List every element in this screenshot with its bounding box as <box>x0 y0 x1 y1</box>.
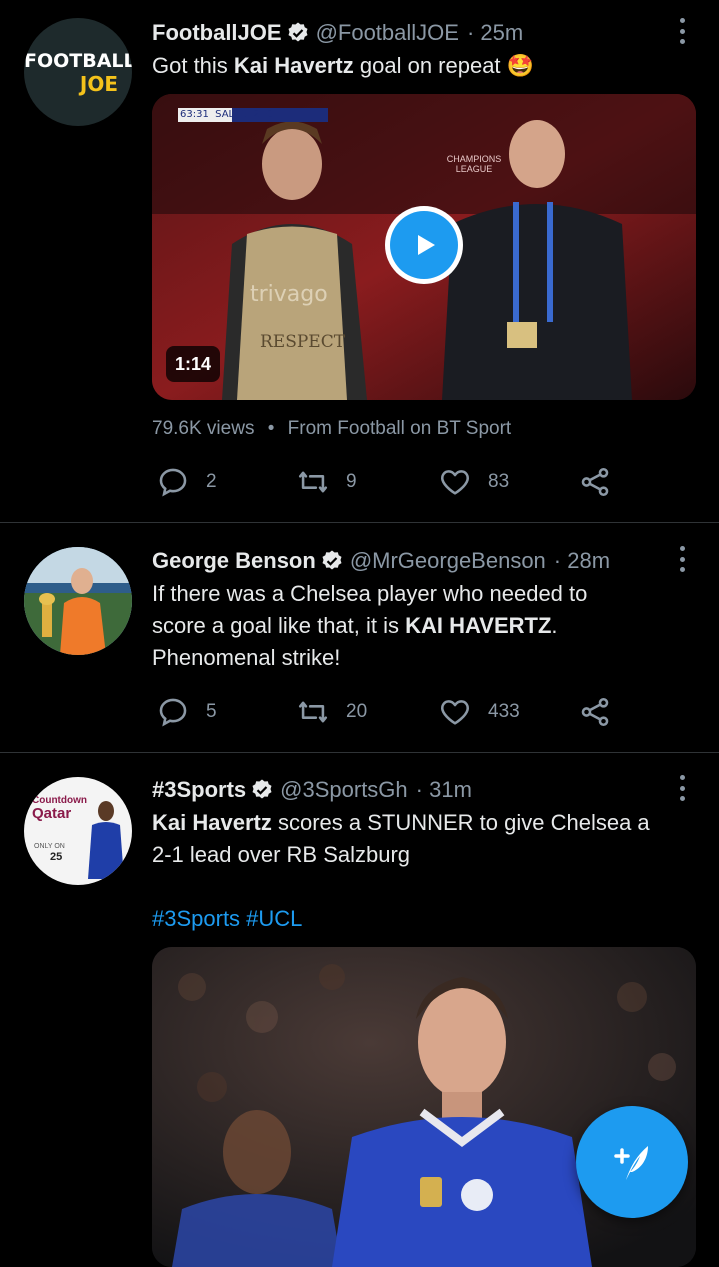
scoreboard: 63:31 SAL 1 2 CHE <box>180 109 287 120</box>
tweet-text-line: Phenomenal strike! <box>152 645 341 670</box>
like-button[interactable]: 433 <box>438 694 520 730</box>
like-button[interactable]: 83 <box>438 464 509 500</box>
verified-icon <box>252 779 272 799</box>
tweet-time: · 28m <box>553 548 611 573</box>
tweet-text-line: Kai Havertz scores a STUNNER to give Che… <box>152 807 697 839</box>
retweet-count: 20 <box>346 701 368 722</box>
tweet-text-segment: . <box>551 613 558 638</box>
tweet-text-bold: KAI HAVERTZ <box>405 613 552 638</box>
video-duration: 1:14 <box>166 346 220 382</box>
tweet-george-benson[interactable]: George Benson @MrGeorgeBenson · 28m If t… <box>0 523 719 752</box>
author-handle[interactable]: @MrGeorgeBenson <box>350 548 546 574</box>
avatar-person <box>88 801 124 879</box>
board-text: RESPECT <box>260 332 346 352</box>
tweet-time: · 31m <box>415 777 472 802</box>
author-name[interactable]: George Benson <box>152 548 316 574</box>
tweet-text-line: 2-1 lead over RB Salzburg <box>152 842 411 867</box>
like-icon <box>441 700 469 725</box>
avatar-text: ONLY ON <box>34 843 65 850</box>
video-source[interactable]: From Football on BT Sport <box>288 418 512 439</box>
tweet-text-line: score a goal like that, it is KAI HAVERT… <box>152 610 697 642</box>
league-text: CHAMPIONS LEAGUE <box>446 154 502 174</box>
avatar-text: Qatar <box>32 805 72 822</box>
share-button[interactable] <box>578 464 628 500</box>
share-icon <box>581 697 609 727</box>
board-text: trivago <box>250 282 328 307</box>
avatar-logo-text: FOOTBALL <box>24 50 132 72</box>
meta-separator: • <box>267 418 275 439</box>
retweet-count: 9 <box>346 471 357 492</box>
video-player[interactable]: 63:31 SAL 1 2 CHE trivago RESPECT CHAMPI… <box>152 94 696 400</box>
tweet-text-bold: Kai Havertz <box>152 810 272 835</box>
compose-tweet-button[interactable] <box>576 1106 688 1218</box>
reply-count: 5 <box>206 701 217 722</box>
tweet-text: If there was a Chelsea player who needed… <box>152 578 697 674</box>
tweet-header: #3Sports @3SportsGh · 31m <box>152 774 472 806</box>
tweet-text-bold: Kai Havertz <box>233 53 354 78</box>
retweet-button[interactable]: 20 <box>296 694 367 730</box>
tweet-time: · 25m <box>466 20 524 45</box>
tweet-text-segment: score a goal like that, it is <box>152 613 406 638</box>
play-icon <box>418 235 435 255</box>
avatar-photo <box>24 547 132 655</box>
like-count: 83 <box>488 471 510 492</box>
tweet-footballjoe[interactable]: FOOTBALL JOE FootballJOE @FootballJOE · … <box>0 0 719 522</box>
tweet-text: Got this Kai Havertz goal on repeat 🤩 <box>152 50 697 82</box>
video-meta: 79.6K views • From Football on BT Sport <box>152 418 511 440</box>
tweet-actions: 2 9 83 <box>152 464 632 500</box>
tweet-header: George Benson @MrGeorgeBenson · 28m <box>152 545 610 577</box>
share-icon <box>581 467 609 497</box>
retweet-button[interactable]: 9 <box>296 464 357 500</box>
more-icon[interactable] <box>677 546 687 572</box>
tweet-text-segment: scores a STUNNER to give Chelsea a <box>271 810 650 835</box>
tweet-actions: 5 20 433 <box>152 694 632 730</box>
author-name[interactable]: #3Sports <box>152 777 246 803</box>
tweet-text-segment: Got this <box>152 53 234 78</box>
tweet-text-line: If there was a Chelsea player who needed… <box>152 581 588 606</box>
tweet-header: FootballJOE @FootballJOE · 25m <box>152 17 523 49</box>
avatar-text: 25 <box>50 851 63 863</box>
tweet-photo <box>152 947 696 1267</box>
retweet-icon <box>298 471 328 493</box>
avatar[interactable]: Countdown Qatar ONLY ON 25 <box>24 777 132 885</box>
tweet-text-segment: goal on repeat 🤩 <box>353 53 535 78</box>
compose-icon <box>614 1146 648 1180</box>
reply-icon <box>159 698 187 727</box>
like-count: 433 <box>488 701 520 722</box>
retweet-icon <box>298 701 328 723</box>
avatar-logo-text: JOE <box>79 72 118 96</box>
tweet-image[interactable] <box>152 947 696 1267</box>
more-icon[interactable] <box>677 775 687 801</box>
author-handle[interactable]: @FootballJOE <box>316 20 459 46</box>
avatar[interactable]: FOOTBALL JOE <box>24 18 132 126</box>
play-button[interactable] <box>385 206 463 284</box>
verified-icon <box>288 22 308 42</box>
reply-button[interactable]: 2 <box>156 464 217 500</box>
hashtags[interactable]: #3Sports #UCL <box>152 903 697 935</box>
view-count: 79.6K views <box>152 418 255 439</box>
more-icon[interactable] <box>677 18 687 44</box>
avatar[interactable] <box>24 547 132 655</box>
reply-count: 2 <box>206 471 217 492</box>
reply-icon <box>159 468 187 497</box>
author-name[interactable]: FootballJOE <box>152 20 282 46</box>
author-handle[interactable]: @3SportsGh <box>280 777 408 803</box>
share-button[interactable] <box>578 694 628 730</box>
tweet-text: Kai Havertz scores a STUNNER to give Che… <box>152 807 697 871</box>
reply-button[interactable]: 5 <box>156 694 217 730</box>
verified-icon <box>322 550 342 570</box>
like-icon <box>441 470 469 495</box>
